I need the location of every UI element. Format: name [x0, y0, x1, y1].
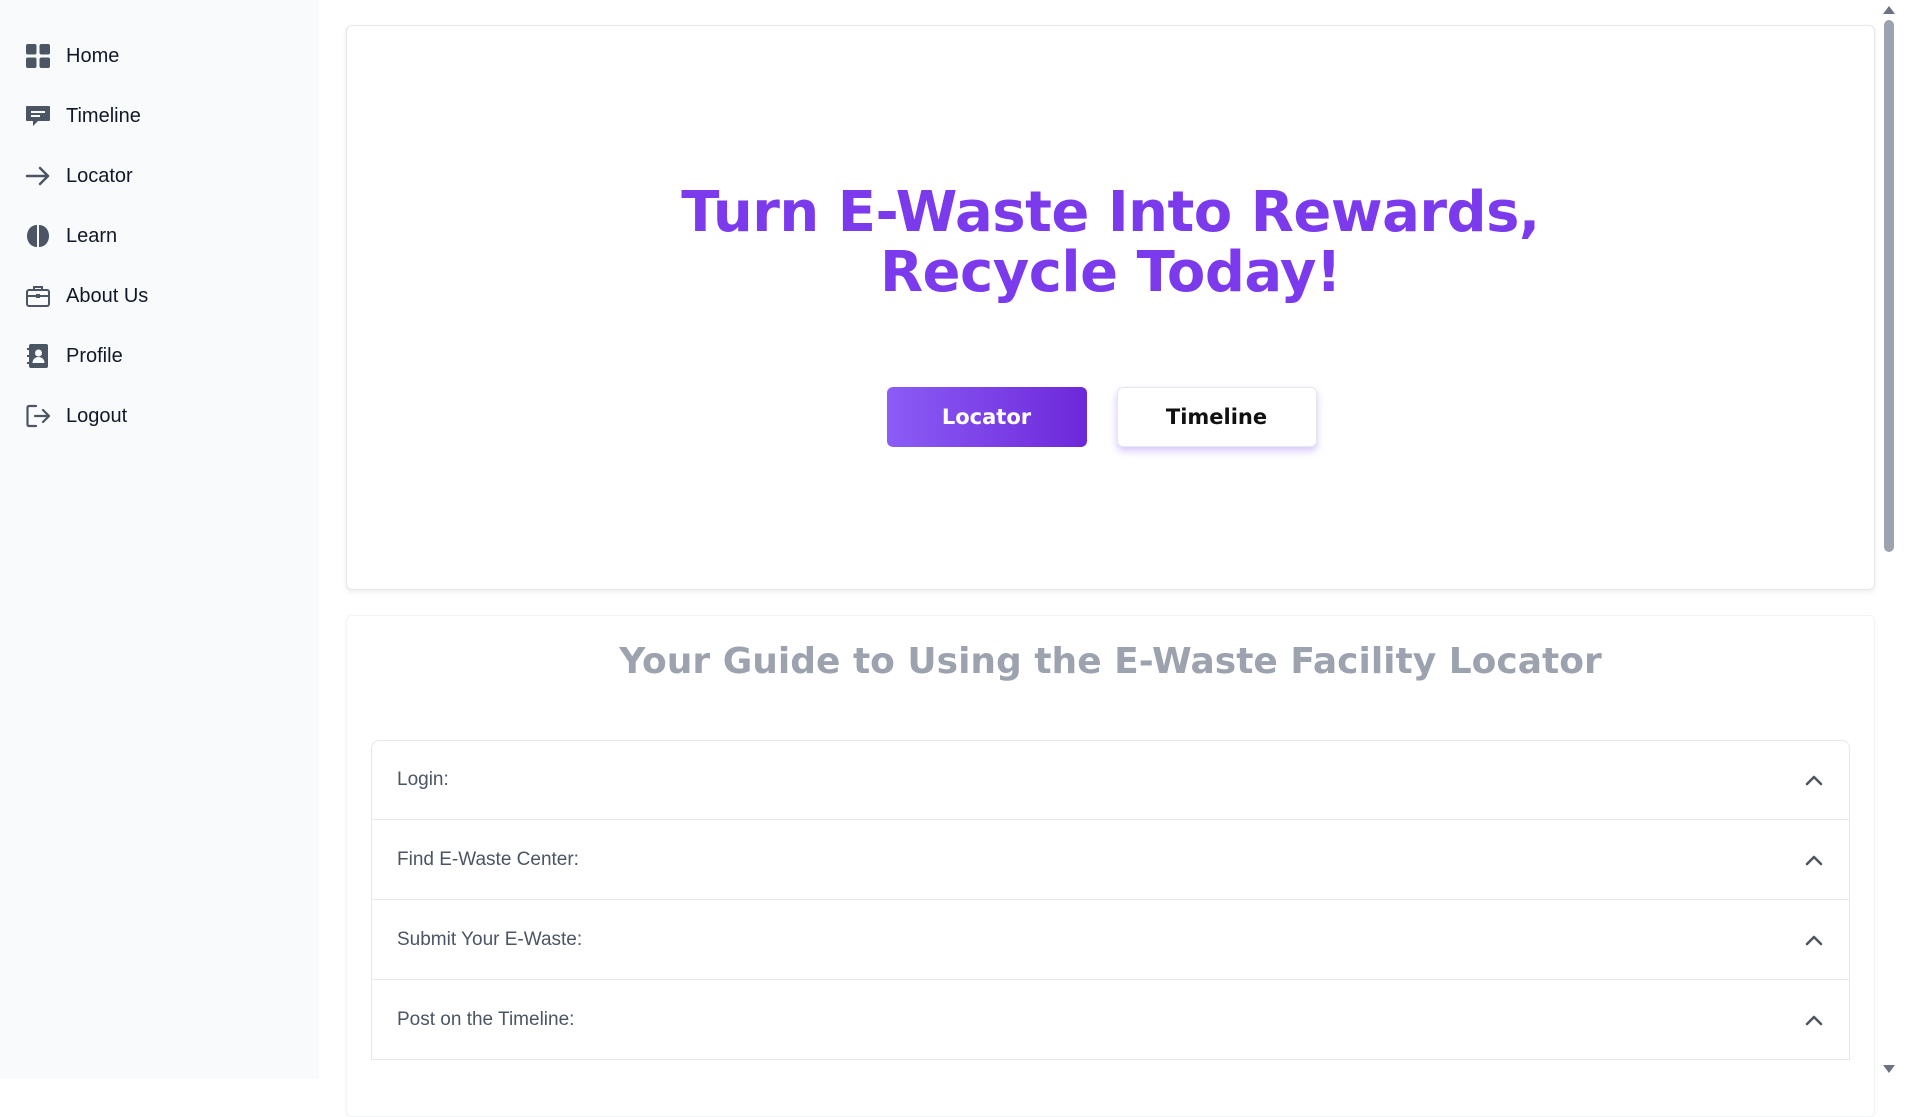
sidebar-item-label: Locator: [66, 164, 133, 187]
sidebar-item-logout[interactable]: Logout: [24, 396, 127, 436]
sidebar-item-home[interactable]: Home: [24, 36, 119, 76]
contact-book-icon: [24, 342, 52, 370]
message-icon: [24, 102, 52, 130]
accordion-label: Login:: [397, 769, 449, 790]
sidebar-item-locator[interactable]: Locator: [24, 156, 133, 196]
guide-accordion: Login: Find E-Waste Center: Submit Your …: [371, 740, 1850, 1060]
locator-button[interactable]: Locator: [886, 387, 1087, 447]
scroll-up-arrow-icon[interactable]: [1883, 6, 1895, 14]
sidebar-item-timeline[interactable]: Timeline: [24, 96, 141, 136]
chevron-up-icon: [1803, 929, 1825, 951]
chevron-up-icon: [1803, 1009, 1825, 1031]
sidebar-item-about-us[interactable]: About Us: [24, 276, 148, 316]
timeline-button[interactable]: Timeline: [1116, 387, 1317, 447]
accordion-label: Submit Your E-Waste:: [397, 928, 583, 950]
accordion-label: Find E-Waste Center:: [397, 848, 579, 870]
sidebar-item-label: Learn: [66, 224, 118, 247]
sidebar-item-label: Home: [66, 44, 120, 67]
scroll-down-arrow-icon[interactable]: [1883, 1065, 1895, 1073]
sidebar: Home Timeline Locator Learn About Us Pro…: [0, 0, 319, 1079]
hero-card: Turn E-Waste Into Rewards, Recycle Today…: [346, 25, 1875, 590]
hero-title-line-1: Turn E-Waste Into Rewards,: [681, 180, 1540, 245]
accordion-item-find-center[interactable]: Find E-Waste Center:: [371, 820, 1850, 900]
chevron-up-icon: [1803, 769, 1825, 791]
briefcase-icon: [24, 282, 52, 310]
arrow-right-icon: [24, 162, 52, 190]
hero-title-line-2: Recycle Today!: [879, 240, 1342, 305]
accordion-label: Post on the Timeline:: [397, 1008, 575, 1030]
accordion-item-submit-ewaste[interactable]: Submit Your E-Waste:: [371, 900, 1850, 980]
sidebar-item-profile[interactable]: Profile: [24, 336, 123, 376]
scrollbar-thumb[interactable]: [1884, 20, 1894, 552]
logout-icon: [24, 402, 52, 430]
sidebar-item-label: Timeline: [66, 104, 141, 127]
hero-title: Turn E-Waste Into Rewards, Recycle Today…: [347, 183, 1874, 303]
guide-title: Your Guide to Using the E-Waste Facility…: [619, 641, 1602, 682]
sidebar-item-label: Logout: [66, 404, 128, 427]
chevron-up-icon: [1803, 849, 1825, 871]
guide-section: Your Guide to Using the E-Waste Facility…: [346, 615, 1875, 1117]
sidebar-item-label: About Us: [66, 284, 149, 307]
grid-icon: [24, 42, 52, 70]
main-content: Turn E-Waste Into Rewards, Recycle Today…: [319, 0, 1899, 1117]
sidebar-item-learn[interactable]: Learn: [24, 216, 117, 256]
hero-buttons: Locator Timeline: [347, 387, 1874, 447]
accordion-item-post-timeline[interactable]: Post on the Timeline:: [371, 980, 1850, 1060]
vertical-scrollbar[interactable]: [1879, 0, 1899, 1079]
accordion-item-login[interactable]: Login:: [371, 740, 1850, 820]
brain-icon: [24, 222, 52, 250]
sidebar-item-label: Profile: [66, 344, 123, 367]
